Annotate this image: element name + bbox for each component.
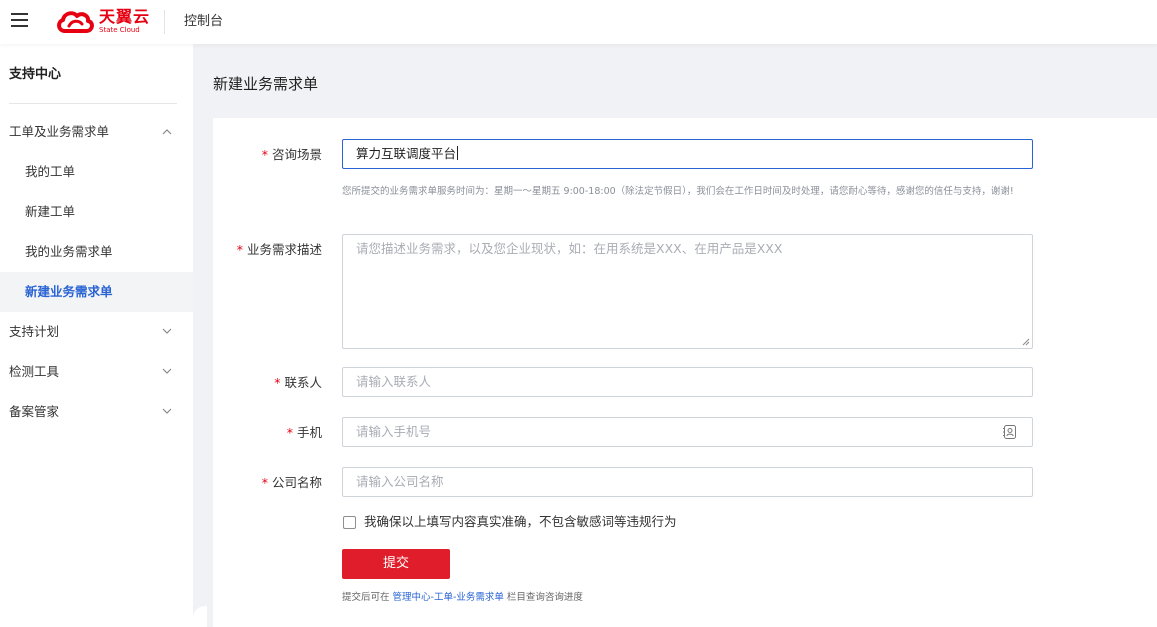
contact-label-text: 联系人	[284, 375, 322, 390]
text-caret	[457, 146, 459, 160]
sidebar-item-label: 检测工具	[9, 364, 60, 379]
description-placeholder: 请您描述业务需求，以及您企业现状，如：在用系统是XXX、在用产品是XXX	[356, 241, 783, 256]
hamburger-menu-icon[interactable]	[11, 13, 28, 28]
sidebar-divider	[9, 103, 177, 104]
submit-footnote: 提交后可在 管理中心-工单-业务需求单 栏目查询咨询进度	[342, 590, 583, 606]
console-link[interactable]: 控制台	[184, 13, 223, 31]
footnote-suffix: 栏目查询咨询进度	[503, 592, 583, 603]
sidebar-corner	[193, 606, 207, 627]
sidebar-item-my-tickets[interactable]: 我的工单	[0, 152, 193, 192]
logo-name: 天翼云	[99, 7, 151, 26]
required-mark: *	[274, 375, 281, 390]
sidebar-item-new-request[interactable]: 新建业务需求单	[0, 272, 193, 312]
resize-grip-icon[interactable]	[1022, 338, 1030, 346]
description-label-text: 业务需求描述	[246, 242, 322, 257]
sidebar-item-my-requests[interactable]: 我的业务需求单	[0, 232, 193, 272]
phone-placeholder: 请输入手机号	[356, 424, 432, 439]
scenario-input[interactable]: 算力互联调度平台	[342, 139, 1033, 169]
management-center-link[interactable]: 管理中心-工单-业务需求单	[393, 592, 504, 603]
sidebar-title: 支持中心	[9, 67, 62, 82]
company-label-text: 公司名称	[271, 475, 322, 490]
description-label: * 业务需求描述	[237, 241, 322, 259]
contact-input[interactable]: 请输入联系人	[342, 367, 1033, 397]
chevron-down-icon	[162, 408, 172, 414]
required-mark: *	[261, 147, 268, 162]
footnote-prefix: 提交后可在	[342, 592, 393, 603]
contact-label: * 联系人	[274, 374, 322, 392]
agreement-label[interactable]: 我确保以上填写内容真实准确，不包含敏感词等违规行为	[364, 513, 677, 531]
page-title: 新建业务需求单	[213, 75, 319, 93]
service-time-hint: 您所提交的业务需求单服务时间为：星期一～星期五 9:00-18:00（除法定节假…	[342, 186, 1014, 197]
sidebar-item-support-plans[interactable]: 支持计划	[0, 312, 193, 352]
sidebar-item-new-ticket[interactable]: 新建工单	[0, 192, 193, 232]
sidebar-item-label: 我的业务需求单	[25, 244, 113, 259]
submit-button[interactable]: 提交	[342, 549, 450, 579]
required-mark: *	[261, 475, 268, 490]
phone-label: * 手机	[287, 424, 322, 442]
sidebar-item-tickets-and-requests[interactable]: 工单及业务需求单	[0, 112, 193, 152]
contact-placeholder: 请输入联系人	[356, 374, 432, 389]
company-input[interactable]: 请输入公司名称	[342, 467, 1033, 497]
required-mark: *	[236, 242, 243, 257]
sidebar-item-label: 新建工单	[25, 204, 76, 219]
chevron-up-icon	[162, 129, 172, 135]
scenario-label: * 咨询场景	[262, 146, 322, 164]
scenario-value: 算力互联调度平台	[356, 146, 457, 161]
agreement-checkbox[interactable]	[343, 516, 356, 529]
chevron-down-icon	[162, 328, 172, 334]
company-label: * 公司名称	[262, 474, 322, 492]
logo-tagline: State Cloud	[99, 26, 140, 34]
company-placeholder: 请输入公司名称	[356, 474, 444, 489]
phone-label-text: 手机	[296, 425, 322, 440]
sidebar-item-detection-tools[interactable]: 检测工具	[0, 352, 193, 392]
sidebar-item-label: 新建业务需求单	[25, 284, 113, 299]
topbar-divider	[164, 10, 165, 34]
scenario-label-text: 咨询场景	[271, 147, 322, 162]
required-mark: *	[286, 425, 293, 440]
sidebar-item-label: 支持计划	[9, 324, 60, 339]
phone-input[interactable]: 请输入手机号	[342, 417, 1033, 447]
description-textarea[interactable]: 请您描述业务需求，以及您企业现状，如：在用系统是XXX、在用产品是XXX	[342, 234, 1033, 349]
sidebar-item-filing-manager[interactable]: 备案管家	[0, 392, 193, 432]
top-bar: 天翼云 State Cloud 控制台	[0, 0, 1157, 44]
contact-book-icon[interactable]	[1002, 424, 1018, 440]
sidebar: 支持中心 工单及业务需求单 我的工单 新建工单 我的业务需求单 新建业务需求单 …	[0, 44, 193, 627]
sidebar-item-label: 备案管家	[9, 404, 60, 419]
brand-logo[interactable]: 天翼云 State Cloud	[55, 7, 150, 37]
chevron-down-icon	[162, 368, 172, 374]
sidebar-item-label: 工单及业务需求单	[9, 124, 110, 139]
cloud-logo-icon	[57, 11, 94, 33]
sidebar-item-label: 我的工单	[25, 164, 76, 179]
